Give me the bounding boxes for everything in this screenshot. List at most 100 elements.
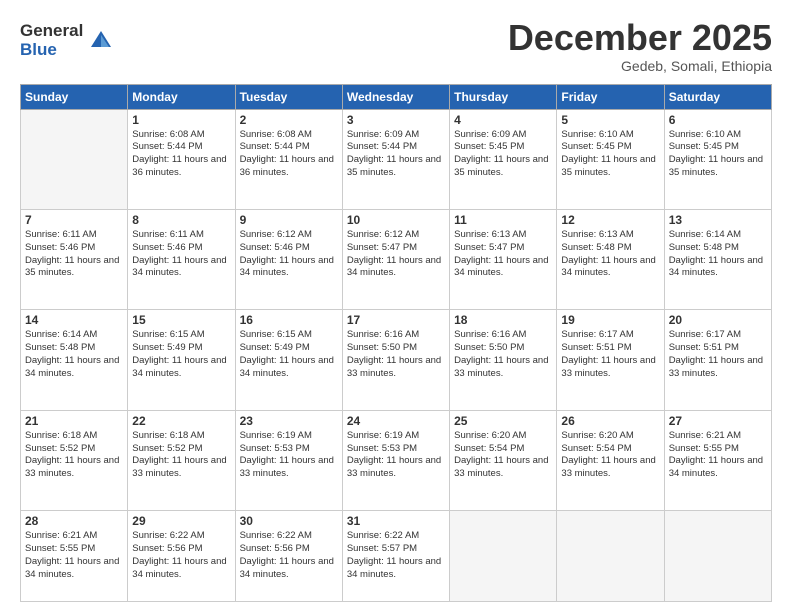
calendar-week-1: 1Sunrise: 6:08 AMSunset: 5:44 PMDaylight… <box>21 109 772 209</box>
calendar-cell: 2 Sunrise: 6:08 AMSunset: 5:44 PMDaylight… <box>235 109 342 209</box>
day-number: 30 <box>240 514 338 528</box>
logo-icon <box>87 27 115 55</box>
calendar-cell: 21 Sunrise: 6:18 AMSunset: 5:52 PMDayligh… <box>21 410 128 510</box>
day-number: 11 <box>454 213 552 227</box>
calendar-cell: 10 Sunrise: 6:12 AMSunset: 5:47 PMDayligh… <box>342 209 449 309</box>
day-number: 12 <box>561 213 659 227</box>
weekday-header-friday: Friday <box>557 84 664 109</box>
day-number: 6 <box>669 113 767 127</box>
day-info: Sunrise: 6:17 AMSunset: 5:51 PMDaylight:… <box>669 329 767 380</box>
day-number: 17 <box>347 313 445 327</box>
day-info: Sunrise: 6:10 AMSunset: 5:45 PMDaylight:… <box>561 129 659 180</box>
calendar-cell: 9 Sunrise: 6:12 AMSunset: 5:46 PMDaylight… <box>235 209 342 309</box>
calendar-cell: 27Sunrise: 6:21 AMSunset: 5:55 PMDayligh… <box>664 410 771 510</box>
calendar-cell: 1Sunrise: 6:08 AMSunset: 5:44 PMDaylight… <box>128 109 235 209</box>
logo: General Blue <box>20 22 115 59</box>
day-info: Sunrise: 6:17 AMSunset: 5:51 PMDaylight:… <box>561 329 659 380</box>
day-info: Sunrise: 6:16 AMSunset: 5:50 PMDaylight:… <box>347 329 445 380</box>
month-title: December 2025 <box>508 18 772 58</box>
day-number: 21 <box>25 414 123 428</box>
calendar-cell: 28 Sunrise: 6:21 AMSunset: 5:55 PMDayligh… <box>21 511 128 602</box>
day-number: 22 <box>132 414 230 428</box>
day-number: 23 <box>240 414 338 428</box>
calendar-week-2: 7 Sunrise: 6:11 AMSunset: 5:46 PMDaylight… <box>21 209 772 309</box>
calendar-cell: 8Sunrise: 6:11 AMSunset: 5:46 PMDaylight… <box>128 209 235 309</box>
title-area: December 2025 Gedeb, Somali, Ethiopia <box>508 18 772 74</box>
logo-blue-text: Blue <box>20 41 83 60</box>
calendar-week-4: 21 Sunrise: 6:18 AMSunset: 5:52 PMDayligh… <box>21 410 772 510</box>
day-number: 3 <box>347 113 445 127</box>
day-info: Sunrise: 6:15 AMSunset: 5:49 PMDaylight:… <box>240 329 338 380</box>
day-info: Sunrise: 6:14 AMSunset: 5:48 PMDaylight:… <box>25 329 123 380</box>
calendar-cell <box>450 511 557 602</box>
calendar-cell: 12 Sunrise: 6:13 AMSunset: 5:48 PMDayligh… <box>557 209 664 309</box>
day-info: Sunrise: 6:20 AMSunset: 5:54 PMDaylight:… <box>561 430 659 481</box>
day-info: Sunrise: 6:16 AMSunset: 5:50 PMDaylight:… <box>454 329 552 380</box>
calendar-cell: 14 Sunrise: 6:14 AMSunset: 5:48 PMDayligh… <box>21 310 128 410</box>
day-number: 26 <box>561 414 659 428</box>
calendar-cell: 18 Sunrise: 6:16 AMSunset: 5:50 PMDayligh… <box>450 310 557 410</box>
calendar-cell: 29 Sunrise: 6:22 AMSunset: 5:56 PMDayligh… <box>128 511 235 602</box>
day-number: 16 <box>240 313 338 327</box>
day-info: Sunrise: 6:18 AMSunset: 5:52 PMDaylight:… <box>25 430 123 481</box>
day-number: 5 <box>561 113 659 127</box>
calendar-cell: 11 Sunrise: 6:13 AMSunset: 5:47 PMDayligh… <box>450 209 557 309</box>
day-number: 18 <box>454 313 552 327</box>
day-info: Sunrise: 6:08 AMSunset: 5:44 PMDaylight:… <box>132 129 230 180</box>
day-info: Sunrise: 6:13 AMSunset: 5:48 PMDaylight:… <box>561 229 659 280</box>
calendar-cell: 13Sunrise: 6:14 AMSunset: 5:48 PMDayligh… <box>664 209 771 309</box>
day-number: 2 <box>240 113 338 127</box>
weekday-header-saturday: Saturday <box>664 84 771 109</box>
day-info: Sunrise: 6:09 AMSunset: 5:45 PMDaylight:… <box>454 129 552 180</box>
day-info: Sunrise: 6:11 AMSunset: 5:46 PMDaylight:… <box>25 229 123 280</box>
day-number: 14 <box>25 313 123 327</box>
day-info: Sunrise: 6:12 AMSunset: 5:46 PMDaylight:… <box>240 229 338 280</box>
weekday-header-thursday: Thursday <box>450 84 557 109</box>
day-info: Sunrise: 6:13 AMSunset: 5:47 PMDaylight:… <box>454 229 552 280</box>
weekday-header-monday: Monday <box>128 84 235 109</box>
calendar-cell: 6 Sunrise: 6:10 AMSunset: 5:45 PMDaylight… <box>664 109 771 209</box>
calendar-cell <box>21 109 128 209</box>
calendar-cell: 20 Sunrise: 6:17 AMSunset: 5:51 PMDayligh… <box>664 310 771 410</box>
location-subtitle: Gedeb, Somali, Ethiopia <box>508 58 772 74</box>
day-number: 7 <box>25 213 123 227</box>
weekday-header-tuesday: Tuesday <box>235 84 342 109</box>
calendar-cell: 23Sunrise: 6:19 AMSunset: 5:53 PMDayligh… <box>235 410 342 510</box>
day-info: Sunrise: 6:21 AMSunset: 5:55 PMDaylight:… <box>25 530 123 581</box>
calendar-cell: 31Sunrise: 6:22 AMSunset: 5:57 PMDayligh… <box>342 511 449 602</box>
header: General Blue December 2025 Gedeb, Somali… <box>20 18 772 74</box>
day-info: Sunrise: 6:15 AMSunset: 5:49 PMDaylight:… <box>132 329 230 380</box>
day-number: 28 <box>25 514 123 528</box>
day-info: Sunrise: 6:14 AMSunset: 5:48 PMDaylight:… <box>669 229 767 280</box>
weekday-header-row: SundayMondayTuesdayWednesdayThursdayFrid… <box>21 84 772 109</box>
day-number: 29 <box>132 514 230 528</box>
calendar-week-3: 14 Sunrise: 6:14 AMSunset: 5:48 PMDayligh… <box>21 310 772 410</box>
calendar-cell <box>664 511 771 602</box>
page: General Blue December 2025 Gedeb, Somali… <box>0 0 792 612</box>
calendar-cell: 3Sunrise: 6:09 AMSunset: 5:44 PMDaylight… <box>342 109 449 209</box>
day-number: 19 <box>561 313 659 327</box>
calendar-cell: 22Sunrise: 6:18 AMSunset: 5:52 PMDayligh… <box>128 410 235 510</box>
calendar-cell: 19 Sunrise: 6:17 AMSunset: 5:51 PMDayligh… <box>557 310 664 410</box>
calendar-cell: 7 Sunrise: 6:11 AMSunset: 5:46 PMDaylight… <box>21 209 128 309</box>
calendar-cell: 5 Sunrise: 6:10 AMSunset: 5:45 PMDaylight… <box>557 109 664 209</box>
day-number: 20 <box>669 313 767 327</box>
day-number: 4 <box>454 113 552 127</box>
day-info: Sunrise: 6:11 AMSunset: 5:46 PMDaylight:… <box>132 229 230 280</box>
calendar-cell: 30 Sunrise: 6:22 AMSunset: 5:56 PMDayligh… <box>235 511 342 602</box>
day-number: 10 <box>347 213 445 227</box>
day-info: Sunrise: 6:21 AMSunset: 5:55 PMDaylight:… <box>669 430 767 481</box>
day-info: Sunrise: 6:08 AMSunset: 5:44 PMDaylight:… <box>240 129 338 180</box>
calendar-table: SundayMondayTuesdayWednesdayThursdayFrid… <box>20 84 772 602</box>
day-info: Sunrise: 6:22 AMSunset: 5:56 PMDaylight:… <box>132 530 230 581</box>
day-info: Sunrise: 6:10 AMSunset: 5:45 PMDaylight:… <box>669 129 767 180</box>
calendar-cell: 15Sunrise: 6:15 AMSunset: 5:49 PMDayligh… <box>128 310 235 410</box>
day-number: 9 <box>240 213 338 227</box>
day-info: Sunrise: 6:22 AMSunset: 5:56 PMDaylight:… <box>240 530 338 581</box>
day-info: Sunrise: 6:12 AMSunset: 5:47 PMDaylight:… <box>347 229 445 280</box>
day-info: Sunrise: 6:20 AMSunset: 5:54 PMDaylight:… <box>454 430 552 481</box>
calendar-cell <box>557 511 664 602</box>
day-number: 31 <box>347 514 445 528</box>
calendar-cell: 17 Sunrise: 6:16 AMSunset: 5:50 PMDayligh… <box>342 310 449 410</box>
logo-general-text: General <box>20 22 83 41</box>
